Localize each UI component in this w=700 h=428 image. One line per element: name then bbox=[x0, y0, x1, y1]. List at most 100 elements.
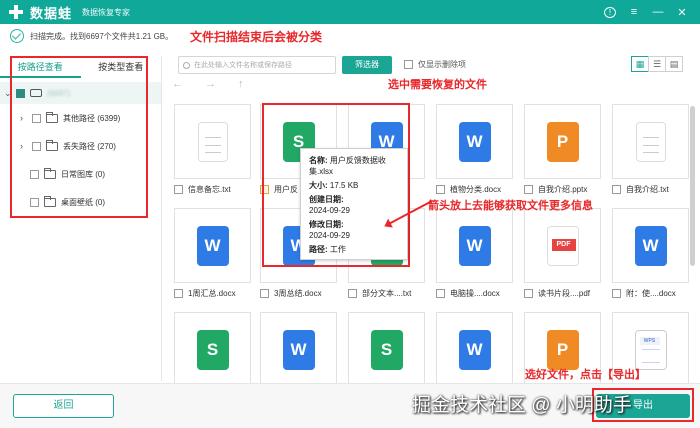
file-card[interactable]: S bbox=[174, 312, 251, 387]
file-card[interactable]: P 自我介绍.pptx bbox=[524, 104, 601, 195]
tooltip-path-value: 工作 bbox=[329, 245, 346, 254]
app-subtitle: 数据恢复专家 bbox=[82, 7, 131, 17]
file-name: 植物分类.docx bbox=[450, 185, 502, 194]
nav-row: ← → ↑ bbox=[172, 78, 244, 90]
file-name-row: 自我介绍.pptx bbox=[524, 184, 601, 195]
title-bar: 数据蛙 数据恢复专家 ! ≡ — ✕ bbox=[0, 0, 700, 24]
file-name-row: 自我介绍.txt bbox=[612, 184, 689, 195]
file-name-row: 附：使....docx bbox=[612, 288, 689, 299]
file-checkbox[interactable] bbox=[174, 185, 183, 194]
file-thumbnail[interactable]: W bbox=[436, 104, 513, 179]
file-name: 自我介绍.pptx bbox=[538, 185, 588, 194]
minimize-icon[interactable]: — bbox=[652, 6, 664, 18]
file-card[interactable]: 自我介绍.txt bbox=[612, 104, 689, 195]
file-name: 附：使....docx bbox=[626, 289, 676, 298]
file-name: 电脑操....docx bbox=[450, 289, 500, 298]
file-checkbox[interactable] bbox=[612, 289, 621, 298]
detail-view-icon[interactable]: ▤ bbox=[665, 56, 683, 72]
file-thumbnail[interactable]: W bbox=[436, 312, 513, 387]
file-checkbox[interactable] bbox=[348, 289, 357, 298]
wps-file-icon: WPS bbox=[634, 329, 667, 370]
tooltip-modified-value: 2024-09-29 bbox=[309, 231, 350, 240]
file-thumbnail[interactable]: S bbox=[174, 312, 251, 387]
file-card[interactable]: 信息备忘.txt bbox=[174, 104, 251, 195]
annotation-export: 选好文件，点击【导出】 bbox=[525, 369, 646, 381]
tooltip-modified-label: 修改日期: bbox=[309, 220, 344, 229]
filter-button[interactable]: 筛选器 bbox=[342, 56, 392, 74]
forward-arrow-icon[interactable]: → bbox=[205, 78, 216, 90]
file-card[interactable]: S bbox=[348, 312, 425, 387]
file-name-row: 信息备忘.txt bbox=[174, 184, 251, 195]
file-checkbox[interactable] bbox=[612, 185, 621, 194]
file-card[interactable]: W bbox=[436, 312, 513, 387]
menu-icon[interactable]: ≡ bbox=[628, 6, 640, 18]
watermark: 掘金技术社区 @ 小明助手 bbox=[412, 395, 632, 416]
info-icon[interactable]: ! bbox=[604, 6, 616, 18]
text-file-icon bbox=[635, 121, 666, 162]
file-thumbnail[interactable]: W bbox=[174, 208, 251, 283]
annotation-classified: 文件扫描结束后会被分类 bbox=[190, 30, 323, 44]
tooltip-name-label: 名称: bbox=[309, 156, 328, 165]
file-thumbnail[interactable] bbox=[612, 104, 689, 179]
file-thumbnail[interactable]: W bbox=[612, 208, 689, 283]
search-input[interactable]: 在此处输入文件名称或保存路径 bbox=[178, 56, 336, 74]
only-deleted-label: 仅显示删除项 bbox=[418, 60, 466, 69]
file-card[interactable]: W 1周汇总.docx bbox=[174, 208, 251, 299]
file-card[interactable]: W 植物分类.docx bbox=[436, 104, 513, 195]
file-thumbnail[interactable]: PDF bbox=[524, 208, 601, 283]
file-thumbnail[interactable]: W bbox=[436, 208, 513, 283]
file-card[interactable]: W 电脑操....docx bbox=[436, 208, 513, 299]
file-name: 1周汇总.docx bbox=[188, 289, 236, 298]
presentation-file-icon: P bbox=[546, 121, 579, 162]
file-checkbox[interactable] bbox=[260, 289, 269, 298]
back-arrow-icon[interactable]: ← bbox=[172, 78, 183, 90]
word-file-icon: W bbox=[634, 225, 667, 266]
annotation-hover: 箭头放上去能够获取文件更多信息 bbox=[428, 200, 593, 212]
search-placeholder: 在此处输入文件名称或保存路径 bbox=[194, 62, 292, 69]
list-view-icon[interactable]: ☰ bbox=[648, 56, 666, 72]
scan-status-text: 扫描完成。找到6697个文件共1.21 GB。 bbox=[30, 31, 174, 41]
file-checkbox[interactable] bbox=[174, 289, 183, 298]
file-name: 3周总结.docx bbox=[274, 289, 322, 298]
file-name-row: 读书片段....pdf bbox=[524, 288, 601, 299]
file-thumbnail[interactable]: S bbox=[348, 312, 425, 387]
word-file-icon: W bbox=[282, 329, 315, 370]
only-deleted-toggle[interactable]: 仅显示删除项 bbox=[404, 59, 466, 70]
file-card[interactable]: W bbox=[260, 312, 337, 387]
word-file-icon: W bbox=[458, 121, 491, 162]
file-checkbox[interactable] bbox=[524, 185, 533, 194]
tooltip-created-value: 2024-09-29 bbox=[309, 206, 350, 215]
word-file-icon: W bbox=[458, 225, 491, 266]
file-checkbox[interactable] bbox=[436, 185, 445, 194]
back-button[interactable]: 返回 bbox=[13, 394, 114, 418]
file-checkbox[interactable] bbox=[524, 289, 533, 298]
tooltip-size-value: 17.5 KB bbox=[329, 181, 359, 190]
spreadsheet-file-icon: S bbox=[370, 329, 403, 370]
check-circle-icon bbox=[10, 29, 24, 43]
file-thumbnail[interactable] bbox=[174, 104, 251, 179]
file-card[interactable]: PDF 读书片段....pdf bbox=[524, 208, 601, 299]
pdf-file-icon: PDF bbox=[546, 225, 579, 266]
view-toggle: ▦ ☰ ▤ bbox=[631, 56, 683, 72]
tooltip-size-label: 大小: bbox=[309, 181, 328, 190]
close-icon[interactable]: ✕ bbox=[676, 6, 688, 19]
text-file-icon bbox=[197, 121, 228, 162]
file-checkbox[interactable] bbox=[436, 289, 445, 298]
file-name: 信息备忘.txt bbox=[188, 185, 231, 194]
only-deleted-checkbox[interactable] bbox=[404, 60, 413, 69]
file-card[interactable]: W 附：使....docx bbox=[612, 208, 689, 299]
word-file-icon: W bbox=[458, 329, 491, 370]
file-name: 读书片段....pdf bbox=[538, 289, 591, 298]
file-name-row: 1周汇总.docx bbox=[174, 288, 251, 299]
file-thumbnail[interactable]: W bbox=[260, 312, 337, 387]
annotation-select: 选中需要恢复的文件 bbox=[388, 79, 487, 91]
up-arrow-icon[interactable]: ↑ bbox=[238, 78, 244, 90]
window-controls: ! ≡ — ✕ bbox=[604, 6, 688, 19]
file-info-tooltip: 名称: 用户反馈数据收集.xlsx 大小: 17.5 KB 创建日期: 2024… bbox=[300, 148, 408, 260]
file-thumbnail[interactable]: P bbox=[524, 104, 601, 179]
file-name-row: 部分文本....txt bbox=[348, 288, 425, 299]
scrollbar[interactable] bbox=[690, 106, 695, 266]
tooltip-created-label: 创建日期: bbox=[309, 195, 344, 204]
word-file-icon: W bbox=[196, 225, 229, 266]
grid-view-icon[interactable]: ▦ bbox=[631, 56, 649, 72]
